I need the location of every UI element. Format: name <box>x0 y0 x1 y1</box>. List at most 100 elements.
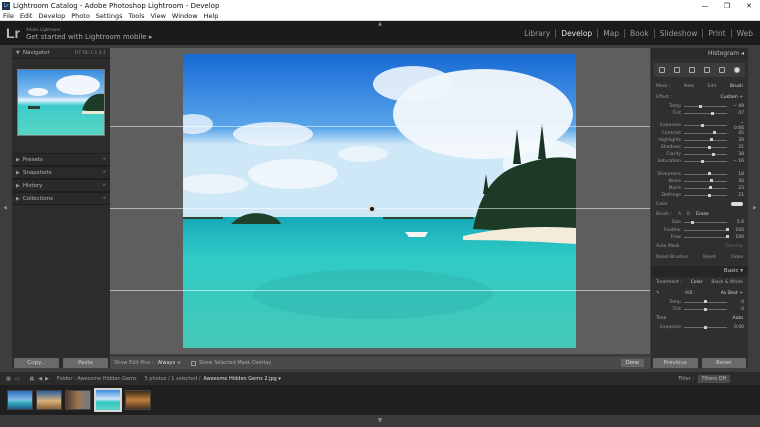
basic-header[interactable]: Basic ▾ <box>651 265 748 277</box>
filmstrip-thumb[interactable] <box>36 390 62 410</box>
copy-button[interactable]: Copy... <box>14 358 59 368</box>
forward-arrow-icon[interactable]: ▶ <box>45 376 49 382</box>
mask-brush-button[interactable]: Brush <box>730 84 743 89</box>
add-collection-icon[interactable]: + <box>102 196 106 201</box>
reset-brushes-button[interactable]: Reset Brushes <box>656 255 688 260</box>
filmstrip-thumb[interactable] <box>65 390 91 410</box>
done-button[interactable]: Done <box>620 359 644 367</box>
snapshots-header[interactable]: ▶ Snapshots + <box>12 166 110 179</box>
radial-filter-icon[interactable] <box>719 67 726 73</box>
slider-row[interactable]: Tint 47 <box>651 110 748 117</box>
menu-tools[interactable]: Tools <box>128 12 144 20</box>
module-web[interactable]: Web <box>730 29 758 38</box>
image-canvas[interactable] <box>110 48 650 354</box>
slider-row[interactable]: Sharpness 18 <box>651 171 748 178</box>
crop-tool-icon[interactable] <box>658 67 665 73</box>
second-window-icon[interactable]: ▭ <box>15 376 20 382</box>
slider-row[interactable]: Temp − 49 <box>651 103 748 110</box>
back-arrow-icon[interactable]: ◀ <box>38 376 42 382</box>
slider-row[interactable]: Contrast 45 <box>651 130 748 137</box>
grid-view-icon[interactable]: ▦ <box>6 376 11 382</box>
slider-row[interactable]: Tint 0 <box>651 306 748 313</box>
slider-row[interactable]: Noise 30 <box>651 178 748 185</box>
menu-help[interactable]: Help <box>204 12 219 20</box>
menu-settings[interactable]: Settings <box>96 12 123 20</box>
reset-mask-button[interactable]: Reset <box>703 255 716 260</box>
grid-icon[interactable]: ▦ <box>29 376 34 382</box>
add-preset-icon[interactable]: + <box>102 157 106 162</box>
filmstrip-thumb[interactable] <box>125 390 151 410</box>
minimize-button[interactable]: — <box>694 2 716 10</box>
slider-row[interactable]: Defringe 21 <box>651 192 748 199</box>
show-edit-pins-select[interactable]: Always ÷ <box>158 360 181 366</box>
zoom-options[interactable]: FIT Fill 1:1 4:1 <box>75 51 106 56</box>
menu-develop[interactable]: Develop <box>38 12 65 20</box>
slider-row[interactable]: Flow 100 <box>651 234 748 241</box>
module-print[interactable]: Print <box>702 29 730 38</box>
presets-header[interactable]: ▶ Presets + <box>12 153 110 166</box>
adjustment-brush-icon[interactable] <box>734 67 741 73</box>
module-map[interactable]: Map <box>597 29 624 38</box>
module-develop[interactable]: Develop <box>555 29 597 38</box>
mask-overlay-checkbox[interactable] <box>191 360 197 366</box>
navigator-header[interactable]: ▼ Navigator FIT Fill 1:1 4:1 <box>12 48 110 59</box>
brush-erase-button[interactable]: Erase <box>696 212 709 217</box>
treatment-color-button[interactable]: Color <box>691 280 703 285</box>
module-book[interactable]: Book <box>624 29 654 38</box>
add-snapshot-icon[interactable]: + <box>102 170 106 175</box>
slider-row[interactable]: Moiré 23 <box>651 185 748 192</box>
clear-history-icon[interactable]: × <box>102 183 106 188</box>
close-button[interactable]: ✕ <box>738 2 760 10</box>
menu-file[interactable]: File <box>3 12 14 20</box>
wb-select[interactable]: As Shot ÷ <box>721 291 743 296</box>
auto-mask-row[interactable]: Auto Mask Density <box>651 241 748 252</box>
module-slideshow[interactable]: Slideshow <box>653 29 703 38</box>
left-panel-toggle-icon[interactable]: ◀ <box>3 205 7 211</box>
slider-row[interactable]: Shadows 21 <box>651 144 748 151</box>
color-swatch[interactable] <box>731 202 743 207</box>
menu-photo[interactable]: Photo <box>71 12 90 20</box>
menu-edit[interactable]: Edit <box>20 12 33 20</box>
close-mask-button[interactable]: Close <box>731 255 743 260</box>
collections-header[interactable]: ▶ Collections + <box>12 192 110 205</box>
maximize-button[interactable]: ❐ <box>716 2 738 10</box>
slider-row[interactable]: Clarity 38 <box>651 151 748 158</box>
tone-auto-button[interactable]: Auto <box>733 316 743 321</box>
filmstrip-thumb[interactable] <box>7 390 33 410</box>
menu-window[interactable]: Window <box>172 12 198 20</box>
reset-button[interactable]: Reset <box>701 358 746 368</box>
red-eye-icon[interactable] <box>688 67 695 73</box>
right-panel-toggle-icon[interactable]: ▶ <box>753 205 757 211</box>
mask-new-button[interactable]: New <box>684 84 694 89</box>
history-header[interactable]: ▶ History × <box>12 179 110 192</box>
slider-row[interactable]: Temp 0 <box>651 299 748 306</box>
effect-select[interactable]: Custom ÷ <box>721 95 743 100</box>
menu-view[interactable]: View <box>150 12 165 20</box>
exposure-slider[interactable]: Exposure 0.00 <box>651 324 748 331</box>
folder-path[interactable]: Folder : Awesome Hidden Gems <box>57 376 137 382</box>
slider-row[interactable]: Size 5.0 <box>651 219 748 226</box>
previous-button[interactable]: Previous <box>653 358 698 368</box>
paste-button[interactable]: Paste <box>63 358 108 368</box>
filter-select[interactable]: Filters Off <box>698 374 730 383</box>
treatment-bw-button[interactable]: Black & White <box>711 280 743 285</box>
mask-edit-button[interactable]: Edit <box>708 84 717 89</box>
module-library[interactable]: Library <box>519 29 555 38</box>
brush-b-button[interactable]: B <box>687 212 690 217</box>
main-photo[interactable] <box>183 54 576 348</box>
histogram-header[interactable]: Histogram ◂ <box>651 48 748 59</box>
adjustment-pin-icon[interactable] <box>368 205 376 213</box>
top-panel-toggle-icon[interactable]: ▲ <box>378 21 382 27</box>
slider-row[interactable]: Highlights 30 <box>651 137 748 144</box>
slider-row[interactable]: Feather 100 <box>651 226 748 233</box>
slider-row[interactable]: Exposure − 0.66 <box>651 121 748 131</box>
bottom-panel-toggle-icon[interactable]: ▼ <box>0 415 760 427</box>
filmstrip-thumb-selected[interactable] <box>94 388 122 412</box>
brush-a-button[interactable]: A <box>678 212 681 217</box>
wb-eyedropper-icon[interactable]: ✎ <box>656 291 660 296</box>
graduated-filter-icon[interactable] <box>704 67 711 73</box>
slider-row[interactable]: Saturation − 16 <box>651 158 748 165</box>
spot-removal-icon[interactable] <box>673 67 680 73</box>
navigator-preview[interactable] <box>17 69 105 136</box>
mobile-promo-link[interactable]: Get started with Lightroom mobile ▸ <box>26 33 152 41</box>
